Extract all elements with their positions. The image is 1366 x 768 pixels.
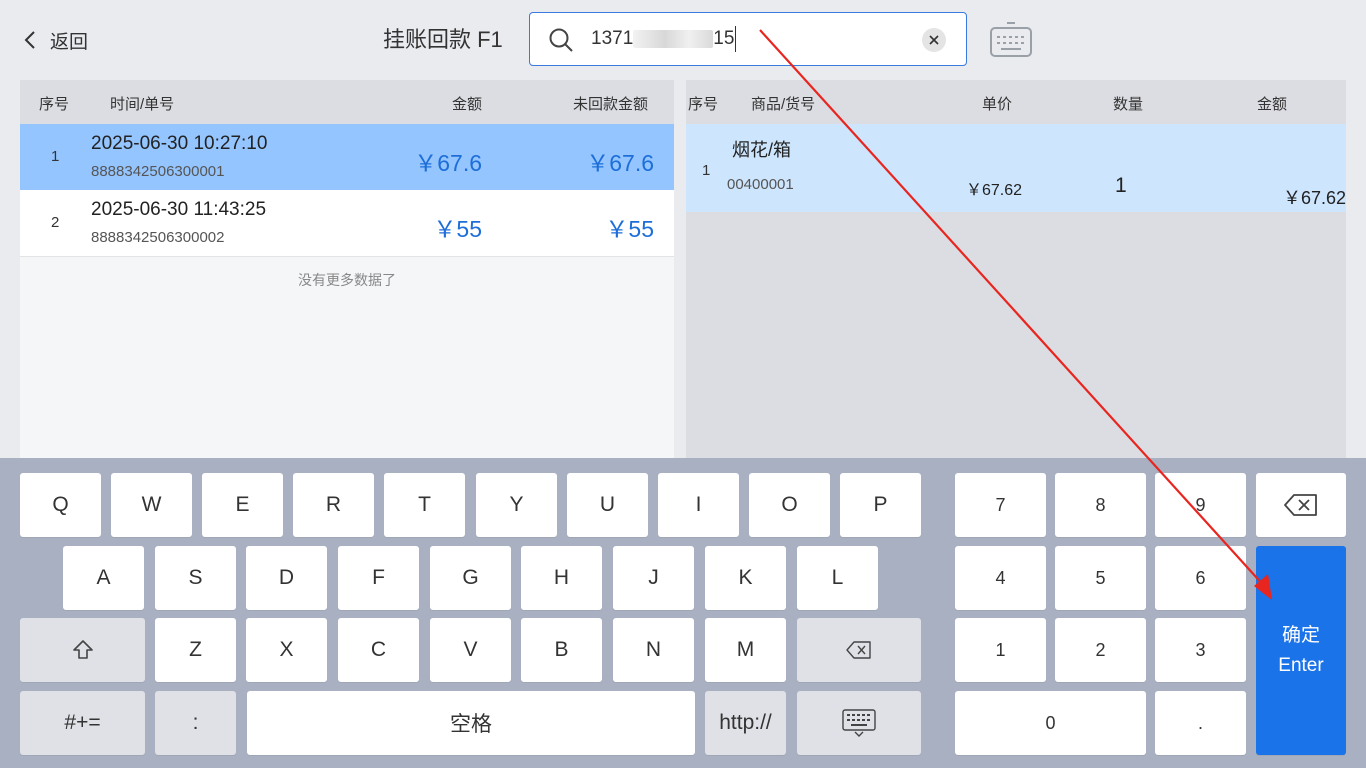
- order-list-panel: 序号 时间/单号 金额 未回款金额 1 2025-06-30 10:27:10 …: [20, 80, 674, 460]
- keyboard-toggle-icon[interactable]: [989, 22, 1033, 58]
- numpad-backspace-key[interactable]: [1256, 473, 1346, 537]
- col-total: 金额: [1257, 96, 1288, 113]
- key-5[interactable]: 5: [1055, 546, 1146, 610]
- key-c[interactable]: C: [338, 618, 419, 682]
- colon-key[interactable]: :: [155, 691, 236, 755]
- enter-key[interactable]: 确定 Enter: [1256, 546, 1346, 755]
- key-t[interactable]: T: [384, 473, 465, 537]
- page-title: 挂账回款 F1: [383, 27, 503, 52]
- search-value-masked: [633, 29, 714, 48]
- back-button[interactable]: 返回: [20, 24, 88, 56]
- hide-keyboard-key[interactable]: [797, 691, 921, 755]
- key-n[interactable]: N: [613, 618, 694, 682]
- col-unpaid: 未回款金额: [573, 96, 649, 113]
- http-key[interactable]: http://: [705, 691, 786, 755]
- key-4[interactable]: 4: [955, 546, 1046, 610]
- col-qty: 数量: [1113, 96, 1144, 113]
- key-u[interactable]: U: [567, 473, 648, 537]
- key-m[interactable]: M: [705, 618, 786, 682]
- key-k[interactable]: K: [705, 546, 786, 610]
- key-3[interactable]: 3: [1155, 618, 1246, 682]
- search-value-head: 1371: [591, 28, 634, 49]
- key-w[interactable]: W: [111, 473, 192, 537]
- row-amount: ￥67.6: [414, 150, 482, 176]
- row-order-no: 8888342506300001: [91, 163, 225, 180]
- space-key[interactable]: 空格: [247, 691, 695, 755]
- row-unpaid: ￥67.6: [586, 150, 654, 176]
- quantity: 1: [1115, 174, 1127, 197]
- key-x[interactable]: X: [246, 618, 327, 682]
- row-order-no: 8888342506300002: [91, 229, 225, 246]
- clear-button[interactable]: [922, 28, 946, 52]
- key-6[interactable]: 6: [1155, 546, 1246, 610]
- order-list-header: 序号 时间/单号 金额 未回款金额: [20, 80, 674, 124]
- key-j[interactable]: J: [613, 546, 694, 610]
- backspace-icon: [846, 641, 871, 659]
- key-8[interactable]: 8: [1055, 473, 1146, 537]
- col-price: 单价: [982, 96, 1013, 113]
- backspace-icon: [1284, 494, 1317, 516]
- key-p[interactable]: P: [840, 473, 921, 537]
- product-code: 00400001: [727, 176, 794, 193]
- key-1[interactable]: 1: [955, 618, 1046, 682]
- row-index: 1: [51, 148, 60, 165]
- chevron-left-icon: [24, 31, 35, 49]
- enter-label-en: Enter: [1278, 654, 1324, 676]
- search-icon: [549, 28, 573, 52]
- table-row[interactable]: 1 2025-06-30 10:27:10 8888342506300001 ￥…: [20, 124, 674, 190]
- detail-header: 序号 商品/货号 单价 数量 金额: [686, 80, 1346, 124]
- order-detail-panel: 序号 商品/货号 单价 数量 金额 1 烟花/箱 00400001 ￥67.62…: [686, 80, 1346, 460]
- shift-key[interactable]: [20, 618, 145, 682]
- no-more-data: 没有更多数据了: [298, 272, 396, 288]
- row-index: 2: [51, 214, 60, 231]
- enter-label-cn: 确定: [1281, 624, 1320, 646]
- detail-index: 1: [702, 162, 711, 179]
- key-y[interactable]: Y: [476, 473, 557, 537]
- key-l[interactable]: L: [797, 546, 878, 610]
- table-row[interactable]: 2 2025-06-30 11:43:25 8888342506300002 ￥…: [20, 190, 674, 257]
- key-s[interactable]: S: [155, 546, 236, 610]
- row-time: 2025-06-30 10:27:10: [91, 133, 268, 154]
- product-name: 烟花/箱: [732, 140, 792, 160]
- col-index: 序号: [39, 96, 70, 113]
- detail-row[interactable]: 1 烟花/箱 00400001 ￥67.62 1 ￥67.62: [686, 124, 1346, 212]
- key-i[interactable]: I: [658, 473, 739, 537]
- shift-icon: [72, 640, 93, 659]
- search-input[interactable]: 1371 15: [529, 12, 967, 66]
- line-total: ￥67.62: [1282, 188, 1346, 208]
- unit-price: ￥67.62: [966, 182, 1023, 199]
- key-0[interactable]: 0: [955, 691, 1146, 755]
- virtual-keyboard: Q W E R T Y U I O P A S D F G H J K L Z …: [0, 458, 1366, 768]
- backspace-key[interactable]: [797, 618, 921, 682]
- search-value: 1371 15: [591, 26, 737, 52]
- row-time: 2025-06-30 11:43:25: [91, 199, 267, 220]
- key-b[interactable]: B: [521, 618, 602, 682]
- keyboard-hide-icon: [842, 709, 876, 737]
- clear-icon: [929, 35, 939, 45]
- back-label: 返回: [50, 31, 89, 53]
- key-o[interactable]: O: [749, 473, 830, 537]
- key-g[interactable]: G: [430, 546, 511, 610]
- key-7[interactable]: 7: [955, 473, 1046, 537]
- key-e[interactable]: E: [202, 473, 283, 537]
- row-amount: ￥55: [433, 216, 482, 242]
- row-unpaid: ￥55: [605, 216, 654, 242]
- key-9[interactable]: 9: [1155, 473, 1246, 537]
- key-h[interactable]: H: [521, 546, 602, 610]
- key-2[interactable]: 2: [1055, 618, 1146, 682]
- col-index: 序号: [688, 96, 719, 113]
- col-amount: 金额: [452, 96, 483, 113]
- key-z[interactable]: Z: [155, 618, 236, 682]
- key-r[interactable]: R: [293, 473, 374, 537]
- col-product: 商品/货号: [751, 96, 816, 113]
- search-value-tail: 15: [713, 28, 735, 49]
- key-q[interactable]: Q: [20, 473, 101, 537]
- symbols-key[interactable]: #+=: [20, 691, 145, 755]
- col-time-no: 时间/单号: [110, 96, 175, 113]
- key-f[interactable]: F: [338, 546, 419, 610]
- key-a[interactable]: A: [63, 546, 144, 610]
- key-dot[interactable]: .: [1155, 691, 1246, 755]
- key-d[interactable]: D: [246, 546, 327, 610]
- key-v[interactable]: V: [430, 618, 511, 682]
